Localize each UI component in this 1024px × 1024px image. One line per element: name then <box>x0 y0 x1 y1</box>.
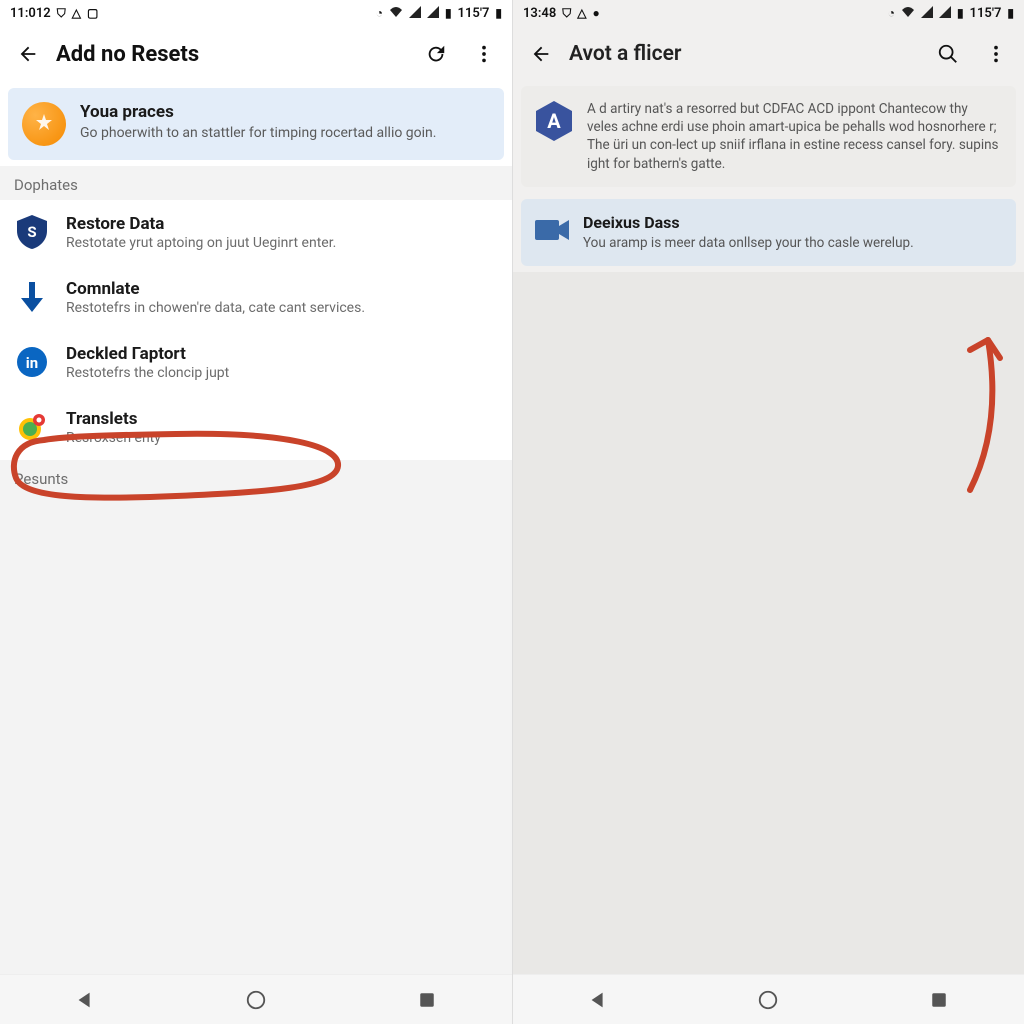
page-title: Avot a flicer <box>569 42 920 66</box>
section-header-2: Pesunts <box>0 460 512 494</box>
nav-recent-button[interactable] <box>909 980 969 1020</box>
card-desc: You aramp is meer data onllsep your tho … <box>583 234 1002 252</box>
item-comnlate[interactable]: Comnlate Restotefrs in chowen're data, c… <box>0 265 512 330</box>
item-desc: Resroxsen enty <box>66 430 496 446</box>
nav-back-button[interactable] <box>568 980 628 1020</box>
status-time: 11:012 <box>10 6 51 21</box>
dot-icon: ▢ <box>87 6 98 20</box>
hexagon-a-icon: A <box>535 100 573 142</box>
svg-text:in: in <box>26 354 38 372</box>
globe-pin-icon <box>16 411 48 443</box>
hero-title: Youa praces <box>80 102 490 122</box>
info-card: A A d artiry nat's a resorred but CDFAC … <box>521 86 1016 187</box>
status-right-text: 115'7 <box>458 6 490 21</box>
card-title: Deeixus Dass <box>583 213 1002 232</box>
item-desc: Restotefrs in chowen're data, cate cant … <box>66 300 496 316</box>
item-restore-data[interactable]: S Restore Data Restotate yrut aptoing on… <box>0 200 512 265</box>
hero-desc: Go phoerwith to an stattler for timping … <box>80 124 490 143</box>
wifi-icon <box>901 6 915 21</box>
signal-icon <box>409 6 421 21</box>
nav-bar <box>513 974 1024 1024</box>
app-bar: Avot a flicer <box>513 26 1024 82</box>
signal2-icon <box>939 6 951 21</box>
page-title: Add no Resets <box>56 42 408 67</box>
battery-icon: ▮ <box>957 6 964 20</box>
nav-recent-button[interactable] <box>397 980 457 1020</box>
shield-icon: ⛉ <box>57 6 66 21</box>
triangle-icon: △ <box>577 6 586 20</box>
empty-area <box>0 494 512 974</box>
nav-home-button[interactable] <box>738 980 798 1020</box>
download-arrow-icon <box>16 281 48 313</box>
nav-back-button[interactable] <box>55 980 115 1020</box>
item-title: Translets <box>66 409 496 429</box>
triangle-icon: △ <box>72 6 81 20</box>
status-bar: 13:48 ⛉ △ ● ◔ ▮ 115'7 ▮ <box>513 0 1024 26</box>
item-title: Deckled Гарtort <box>66 344 496 364</box>
section-header-1: Dophates <box>0 166 512 200</box>
clock-icon: ◔ <box>376 6 383 20</box>
more-button[interactable] <box>976 34 1016 74</box>
nav-home-button[interactable] <box>226 980 286 1020</box>
status-bar: 11:012 ⛉ △ ▢ ◔ ▮ 115'7 ▮ <box>0 0 512 26</box>
video-icon <box>535 217 569 243</box>
svg-text:S: S <box>27 223 36 241</box>
more-button[interactable] <box>464 34 504 74</box>
app-bar: Add no Resets <box>0 26 512 82</box>
refresh-button[interactable] <box>416 34 456 74</box>
battery-icon: ▮ <box>445 6 452 20</box>
battery-icon2: ▮ <box>1007 6 1014 20</box>
back-button[interactable] <box>8 34 48 74</box>
clock-icon: ◔ <box>888 6 895 20</box>
signal-icon <box>921 6 933 21</box>
nav-bar <box>0 974 512 1024</box>
item-desc: Restotate yrut aptoing on juut Ueginrt e… <box>66 235 496 251</box>
item-desc: Restotefrs the cloncip jupt <box>66 365 496 381</box>
battery-icon2: ▮ <box>495 6 502 20</box>
shield-icon: ⛉ <box>562 6 571 21</box>
wifi-icon <box>389 6 403 21</box>
item-translets[interactable]: Translets Resroxsen enty <box>0 395 512 460</box>
info-desc: A d artiry nat's a resorred but CDFAC AC… <box>587 100 1002 173</box>
hero-card[interactable]: Youa praces Go phoerwith to an stattler … <box>8 88 504 160</box>
back-button[interactable] <box>521 34 561 74</box>
item-title: Restore Data <box>66 214 496 234</box>
hero-icon <box>22 102 66 146</box>
svg-text:A: A <box>547 109 561 133</box>
shield-s-icon: S <box>16 216 48 248</box>
deeixus-card[interactable]: Deeixus Dass You aramp is meer data onll… <box>521 199 1016 266</box>
empty-area <box>513 272 1024 974</box>
dot-icon: ● <box>593 6 600 20</box>
status-time: 13:48 <box>523 6 556 21</box>
search-button[interactable] <box>928 34 968 74</box>
item-title: Comnlate <box>66 279 496 299</box>
linkedin-icon: in <box>16 346 48 378</box>
signal2-icon <box>427 6 439 21</box>
status-right-text: 115'7 <box>970 6 1002 21</box>
item-deckled-raptort[interactable]: in Deckled Гарtort Restotefrs the clonci… <box>0 330 512 395</box>
